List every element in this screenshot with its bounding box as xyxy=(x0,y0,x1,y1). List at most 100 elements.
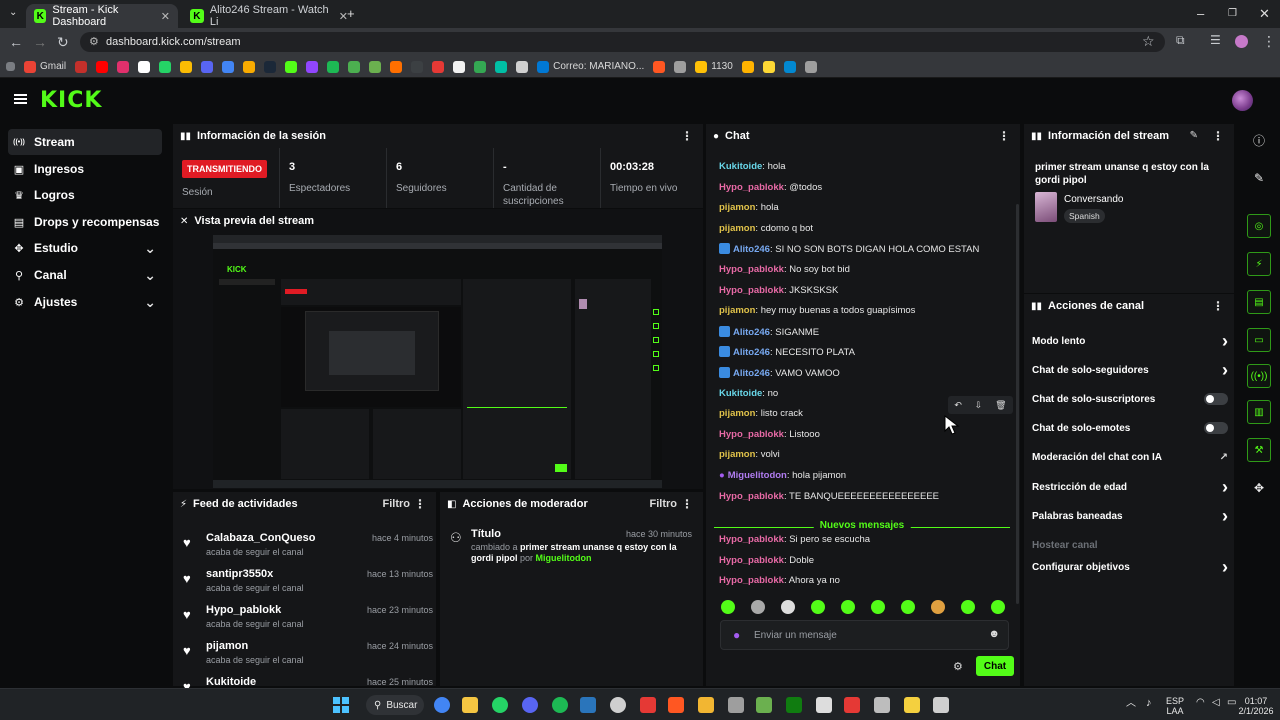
windows-start-icon[interactable] xyxy=(333,697,349,713)
chat-message[interactable]: pijamon: hola xyxy=(719,202,779,213)
rail-save-icon[interactable]: ▥ xyxy=(1247,400,1271,424)
chat-username[interactable]: pijamon xyxy=(719,408,755,419)
rail-document-icon[interactable]: ▤ xyxy=(1247,290,1271,314)
emote-icon[interactable] xyxy=(871,600,885,614)
chat-message[interactable]: Kukitoide: no xyxy=(719,388,778,399)
rail-broadcast-icon[interactable]: ((•)) xyxy=(1247,364,1271,388)
chat-message[interactable]: Alito246: SIGANME xyxy=(719,325,819,338)
tray-chevron-icon[interactable]: ︿ xyxy=(1126,699,1136,709)
emote-icon[interactable] xyxy=(841,600,855,614)
mic-tray-icon[interactable]: ♪ xyxy=(1146,698,1152,709)
bookmark-item[interactable]: Gmail xyxy=(24,60,66,73)
filter-button[interactable]: Filtro xyxy=(383,498,411,510)
chat-username[interactable]: Hypo_pablokk xyxy=(719,534,784,545)
chat-message[interactable]: pijamon: hey muy buenas a todos guapísim… xyxy=(719,305,915,316)
chat-username[interactable]: pijamon xyxy=(719,449,755,460)
chat-message[interactable]: Hypo_pablokk: Doble xyxy=(719,555,814,566)
bookmark-item[interactable] xyxy=(327,60,340,73)
sidebar-item-estudio[interactable]: ✥ Estudio ⌄ xyxy=(8,235,162,261)
browser-menu-icon[interactable]: ⋮ xyxy=(1262,33,1276,50)
more-options-icon[interactable]: ⋮ xyxy=(681,497,693,511)
chat-username[interactable]: Hypo_pablokk xyxy=(719,264,784,275)
url-field[interactable]: ⚙ dashboard.kick.com/stream xyxy=(80,32,1165,52)
chat-input[interactable]: ● Enviar un mensaje ☻ xyxy=(720,620,1009,650)
sidebar-item-drops-y-recompensas[interactable]: ▤ Drops y recompensas xyxy=(8,209,162,235)
chat-username[interactable]: pijamon xyxy=(719,223,755,234)
new-tab-icon[interactable]: + xyxy=(347,6,355,21)
apps-icon[interactable] xyxy=(6,62,15,71)
bookmark-item[interactable] xyxy=(369,60,382,73)
chat-message[interactable]: Alito246: VAMO VAMOO xyxy=(719,367,840,379)
emoji-icon[interactable]: ☻ xyxy=(988,628,1000,640)
bookmark-item[interactable] xyxy=(411,60,424,73)
site-info-icon[interactable]: ⚙ xyxy=(89,35,99,48)
volume-icon[interactable]: ◁ xyxy=(1212,698,1220,708)
whatsapp-icon[interactable] xyxy=(492,697,508,713)
feed-username[interactable]: Calabaza_ConQueso xyxy=(206,532,315,544)
kick-logo[interactable]: KICK xyxy=(40,88,102,113)
chat-message[interactable]: pijamon: cdomo q bot xyxy=(719,223,813,234)
emote-icon[interactable] xyxy=(781,600,795,614)
more-options-icon[interactable]: ⋮ xyxy=(1212,299,1224,313)
emote-icon[interactable] xyxy=(901,600,915,614)
more-options-icon[interactable]: ⋮ xyxy=(998,129,1010,143)
obs-icon[interactable] xyxy=(610,697,626,713)
close-tab-icon[interactable]: ✕ xyxy=(161,10,170,23)
filter-button[interactable]: Filtro xyxy=(650,498,678,510)
feed-username[interactable]: Kukitoide xyxy=(206,676,256,688)
tab-kick-dashboard[interactable]: K Stream - Kick Dashboard ✕ xyxy=(26,4,178,28)
discord-icon[interactable] xyxy=(522,697,538,713)
chat-username[interactable]: Hypo_pablokk xyxy=(719,555,784,566)
spotify-icon[interactable] xyxy=(552,697,568,713)
chat-username[interactable]: Alito246 xyxy=(733,368,770,379)
chat-username[interactable]: Kukitoide xyxy=(719,161,762,172)
sidebar-item-logros[interactable]: ♛ Logros xyxy=(8,182,162,208)
chat-username[interactable]: pijamon xyxy=(719,202,755,213)
chat-message[interactable]: Kukitoide: hola xyxy=(719,161,786,172)
emote-icon[interactable] xyxy=(721,600,735,614)
bookmark-item[interactable] xyxy=(474,60,487,73)
app-orange-icon[interactable] xyxy=(668,697,684,713)
more-options-icon[interactable]: ⋮ xyxy=(1212,129,1224,143)
more-options-icon[interactable]: ⋮ xyxy=(414,497,426,511)
chat-message[interactable]: Hypo_pablokk: TE BANQUEEEEEEEEEEEEEEEE xyxy=(719,491,939,502)
bookmark-item[interactable] xyxy=(264,60,277,73)
rail-extensions-icon[interactable]: ✥ xyxy=(1247,476,1271,500)
app-red-icon[interactable] xyxy=(640,697,656,713)
extensions-icon[interactable]: ⧉ xyxy=(1176,33,1185,48)
chat-username[interactable]: Hypo_pablokk xyxy=(719,575,784,586)
bookmark-item[interactable] xyxy=(495,60,508,73)
profile-icon[interactable] xyxy=(1235,35,1248,48)
stream-preview-video[interactable]: KICK xyxy=(213,235,662,488)
app-x-icon[interactable] xyxy=(816,697,832,713)
minimize-icon[interactable]: – xyxy=(1197,6,1204,21)
menu-list-icon[interactable]: ☰ xyxy=(1210,33,1221,47)
bookmark-item[interactable] xyxy=(222,60,235,73)
chat-username[interactable]: Hypo_pablokk xyxy=(719,429,784,440)
feed-username[interactable]: pijamon xyxy=(206,640,248,652)
bookmark-item[interactable] xyxy=(201,60,214,73)
chat-username[interactable]: Hypo_pablokk xyxy=(719,491,784,502)
emote-icon[interactable] xyxy=(751,600,765,614)
chat-settings-icon[interactable]: ⚙ xyxy=(953,660,963,673)
bookmark-item[interactable] xyxy=(390,60,403,73)
app-yellow-icon[interactable] xyxy=(904,697,920,713)
sidebar-item-stream[interactable]: ((•)) Stream xyxy=(8,129,162,155)
chat-message[interactable]: pijamon: volvi xyxy=(719,449,780,460)
tab-search-icon[interactable]: ⌄ xyxy=(9,7,17,18)
chat-message[interactable]: Hypo_pablokk: Listooo xyxy=(719,429,820,440)
bookmark-item[interactable]: 1130 xyxy=(695,60,733,73)
chat-username[interactable]: Hypo_pablokk xyxy=(719,285,784,296)
channel-action-moderación-del-chat-con-ia[interactable]: Moderación del chat con IA ↗ xyxy=(1032,443,1228,471)
stream-category[interactable]: Conversando xyxy=(1064,194,1123,205)
feed-username[interactable]: Hypo_pablokk xyxy=(206,604,281,616)
bookmark-item[interactable] xyxy=(762,60,775,73)
channel-action-chat-de-solo-suscriptores[interactable]: Chat de solo-suscriptores xyxy=(1032,385,1228,413)
back-icon[interactable]: ← xyxy=(9,34,23,50)
reload-icon[interactable]: ↻ xyxy=(57,34,69,51)
info-circle-icon[interactable]: ⓘ xyxy=(1247,128,1271,152)
edit-pencil-icon[interactable]: ✎ xyxy=(1190,130,1198,141)
xbox-icon[interactable] xyxy=(786,697,802,713)
sidebar-item-canal[interactable]: ⚲ Canal ⌄ xyxy=(8,262,162,288)
forward-icon[interactable]: → xyxy=(33,34,47,50)
